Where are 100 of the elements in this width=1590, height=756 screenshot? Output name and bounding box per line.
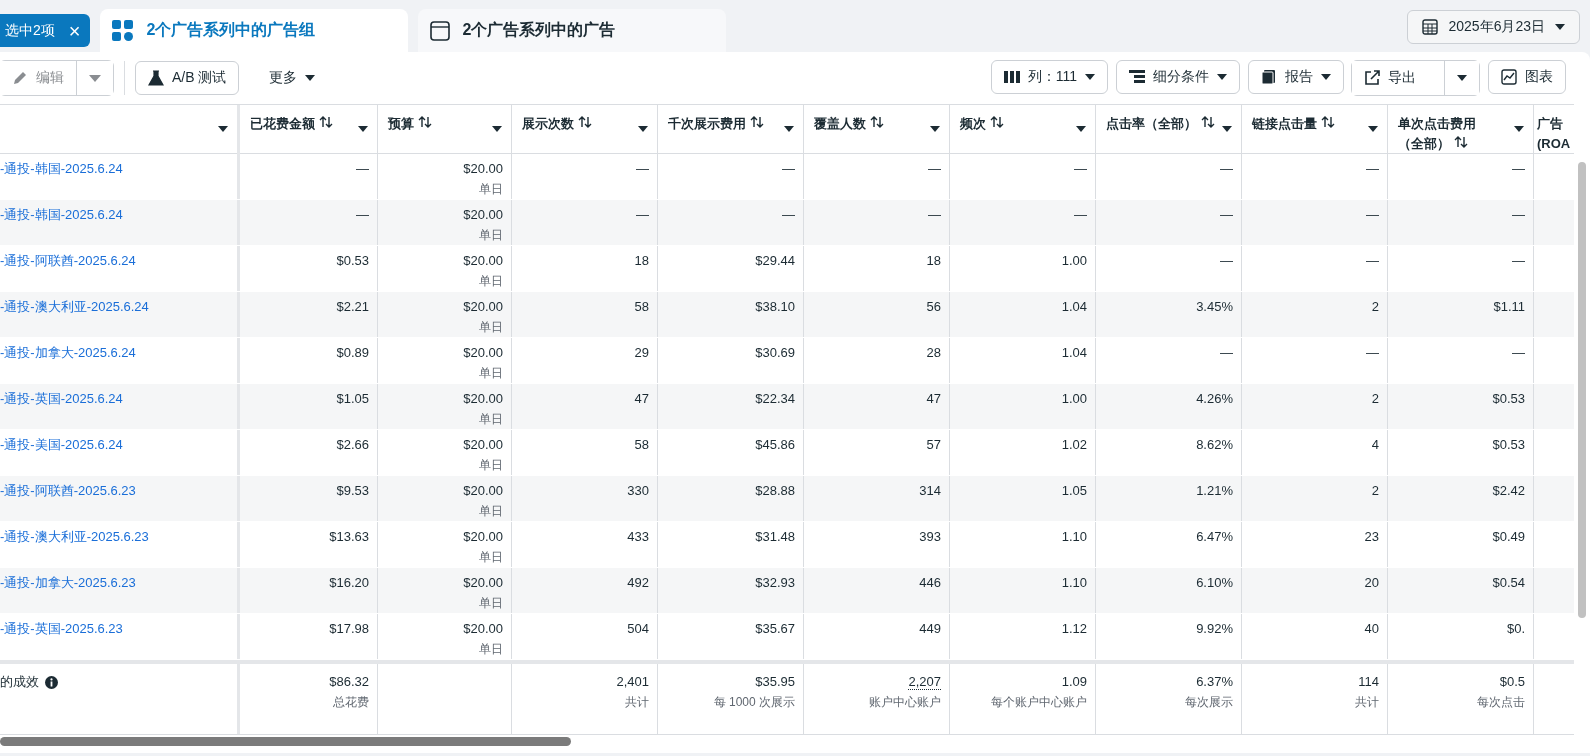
- table-cell: 58: [634, 437, 649, 452]
- table-cell: 8.62%: [1196, 437, 1233, 452]
- summary-label: 的成效: [0, 674, 39, 690]
- table-cell: 393: [919, 529, 941, 544]
- column-header[interactable]: 展示次数: [522, 111, 592, 134]
- ad-set-link[interactable]: -通投-加拿大-2025.6.23: [0, 575, 136, 590]
- close-icon[interactable]: ×: [68, 20, 81, 41]
- table-cell: 1.10: [1061, 575, 1087, 590]
- column-header[interactable]: 广告 (ROA: [1537, 111, 1571, 154]
- ad-set-link[interactable]: -通投-英国-2025.6.23: [0, 621, 123, 636]
- table-cell: 23: [1364, 529, 1379, 544]
- reports-button[interactable]: 报告: [1248, 60, 1344, 94]
- table-cell: —: [1512, 345, 1525, 360]
- table-cell: 433: [627, 529, 649, 544]
- table-cell: 40: [1364, 621, 1379, 636]
- dropdown-button[interactable]: [1444, 61, 1479, 95]
- ad-set-link[interactable]: -通投-美国-2025.6.24: [0, 437, 123, 452]
- column-header[interactable]: 单次点击费用 （全部）: [1398, 111, 1476, 154]
- table-cell: —: [782, 207, 795, 222]
- table-cell: $20.00 单日: [463, 483, 503, 519]
- ad-set-link[interactable]: -通投-英国-2025.6.24: [0, 391, 123, 406]
- table-cell: $2.66: [336, 437, 369, 452]
- ad-set-link[interactable]: -通投-韩国-2025.6.24: [0, 161, 123, 176]
- table-cell: 449: [919, 621, 941, 636]
- scrollbar[interactable]: [1578, 162, 1586, 618]
- table-cell: $86.32 总花费: [329, 674, 369, 710]
- ad-set-link[interactable]: -通投-澳大利亚-2025.6.23: [0, 529, 149, 544]
- sort-icon: [1453, 136, 1468, 148]
- more-menu[interactable]: 更多: [263, 68, 322, 88]
- sort-icon: [749, 116, 764, 128]
- ad-set-link[interactable]: -通投-阿联酋-2025.6.23: [0, 483, 136, 498]
- ab-test-button[interactable]: A/B 测试: [135, 61, 240, 95]
- table-cell: 446: [919, 575, 941, 590]
- table-cell: 504: [627, 621, 649, 636]
- table-cell: 4: [1371, 437, 1379, 452]
- table-cell: 2,401 共计: [616, 674, 649, 710]
- table-cell: 18: [926, 253, 941, 268]
- table-cell: —: [1074, 161, 1087, 176]
- table-cell: —: [356, 207, 369, 222]
- table-cell: $20.00 单日: [463, 299, 503, 335]
- table-cell: 6.10%: [1196, 575, 1233, 590]
- table-cell: 2: [1371, 299, 1379, 314]
- table-cell: $0.53: [336, 253, 369, 268]
- scrollbar[interactable]: [0, 737, 571, 746]
- column-header[interactable]: 预算: [388, 111, 432, 134]
- breakdown-button[interactable]: 细分条件: [1116, 60, 1240, 94]
- ad-set-link[interactable]: -通投-阿联酋-2025.6.24: [0, 253, 136, 268]
- window-icon: [430, 20, 451, 41]
- table-cell: $2.42: [1492, 483, 1525, 498]
- table-cell: $35.95 每 1000 次展示: [713, 674, 795, 710]
- calendar-icon: [1422, 19, 1439, 35]
- table-cell: $0.49: [1492, 529, 1525, 544]
- table-cell: 1.00: [1061, 391, 1087, 406]
- table-cell: 1.04: [1061, 299, 1087, 314]
- table-cell: 57: [926, 437, 941, 452]
- date-picker[interactable]: 2025年6月23日: [1407, 10, 1580, 44]
- ad-set-link[interactable]: -通投-韩国-2025.6.24: [0, 207, 123, 222]
- column-header[interactable]: 已花费金额: [250, 111, 333, 134]
- ad-set-link[interactable]: -通投-澳大利亚-2025.6.24: [0, 299, 149, 314]
- table-cell: —: [1220, 161, 1233, 176]
- table-cell: 1.02: [1061, 437, 1087, 452]
- table-cell: $20.00 单日: [463, 207, 503, 243]
- table-cell: $1.11: [1493, 299, 1525, 314]
- column-header[interactable]: 频次: [960, 111, 1004, 134]
- info-icon: [45, 675, 58, 689]
- tab[interactable]: 2个广告系列中的广告组: [100, 9, 409, 52]
- charts-button[interactable]: 图表: [1488, 60, 1566, 94]
- columns-button[interactable]: 列：111: [990, 60, 1108, 94]
- caret-icon: [1514, 126, 1524, 132]
- column-header[interactable]: 点击率（全部）: [1106, 111, 1215, 134]
- table-cell: $20.00 单日: [463, 345, 503, 381]
- table-cell: 58: [634, 299, 649, 314]
- table-cell: —: [356, 161, 369, 176]
- column-header[interactable]: 覆盖人数: [814, 111, 884, 134]
- table-cell: $31.48: [755, 529, 795, 544]
- table-cell: $17.98: [329, 621, 369, 636]
- caret-icon: [784, 126, 794, 132]
- selection-chip[interactable]: 选中2项 ×: [0, 14, 91, 47]
- ad-set-link[interactable]: -通投-加拿大-2025.6.24: [0, 345, 136, 360]
- caret-icon: [1085, 74, 1095, 80]
- table-cell: 2,207 账户中心账户: [869, 674, 941, 710]
- caret-icon: [1555, 24, 1565, 30]
- column-header[interactable]: 千次展示费用: [668, 111, 764, 134]
- table-cell: 114 共计: [1355, 674, 1379, 710]
- table-cell: 1.21%: [1196, 483, 1233, 498]
- table-cell: —: [636, 161, 649, 176]
- table-cell: $20.00 单日: [463, 161, 503, 197]
- table-cell: $28.88: [755, 483, 795, 498]
- table-cell: $0.54: [1492, 575, 1525, 590]
- pencil-icon: [12, 70, 28, 86]
- tab[interactable]: 2个广告系列中的广告: [418, 9, 727, 52]
- table-cell: 330: [627, 483, 649, 498]
- table-cell: 1.05: [1061, 483, 1087, 498]
- table-cell: 6.47%: [1196, 529, 1233, 544]
- caret-icon: [1368, 126, 1378, 132]
- table-cell: —: [636, 207, 649, 222]
- table-cell: $0.: [1506, 621, 1525, 636]
- table-cell: —: [1512, 207, 1525, 222]
- table-cell: $0.53: [1492, 437, 1525, 452]
- column-header[interactable]: 链接点击量: [1252, 111, 1335, 134]
